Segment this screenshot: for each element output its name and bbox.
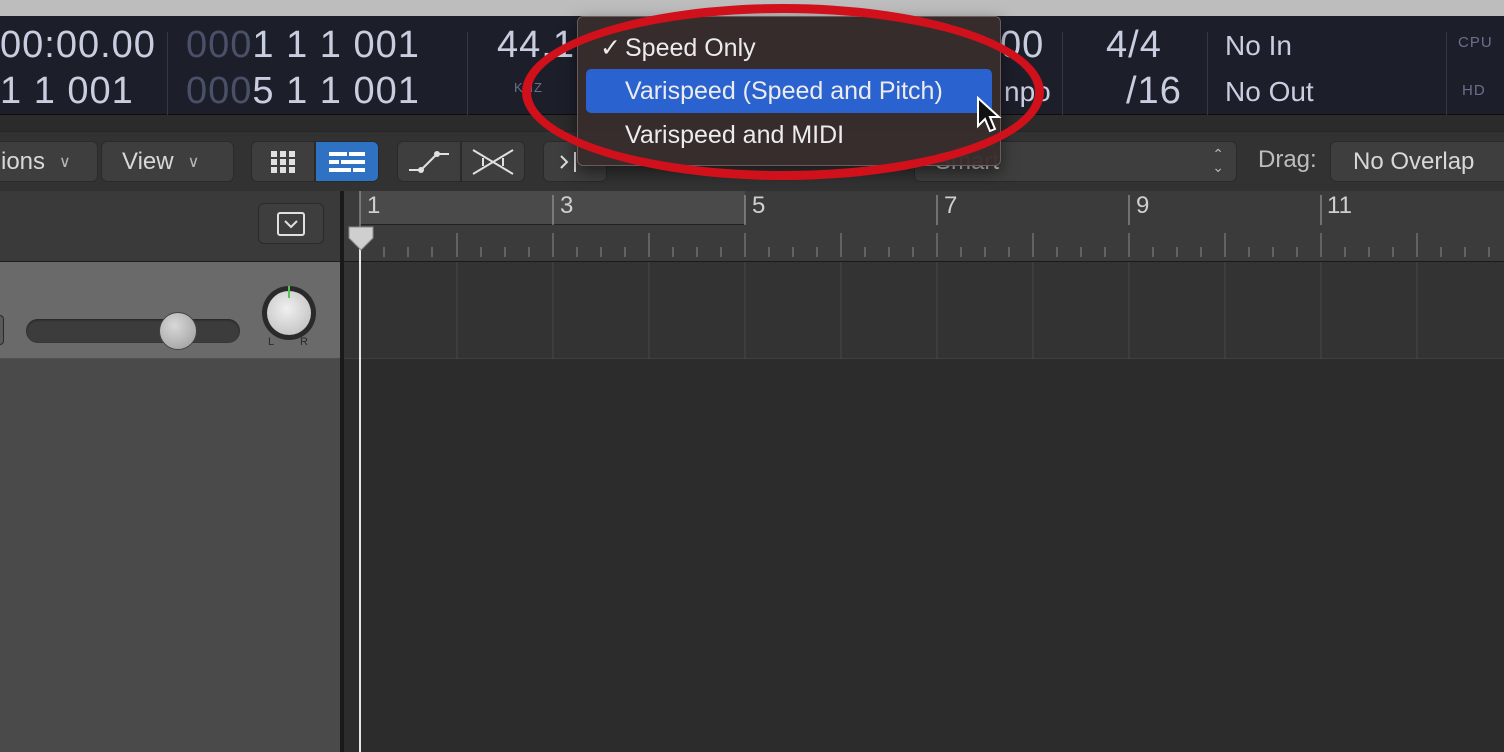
track-button[interactable] — [0, 315, 4, 345]
functions-menu-button[interactable]: ions ∨ — [0, 141, 98, 182]
drag-mode-select[interactable]: No Overlap — [1330, 141, 1504, 182]
lcd-midi-in: No In — [1225, 30, 1292, 61]
lcd-separator — [167, 32, 168, 115]
chevron-down-icon: ∨ — [59, 153, 71, 171]
list-view-button[interactable] — [315, 141, 379, 182]
drag-mode-label: Drag: — [1258, 146, 1317, 173]
lcd-right-locator-value: 5 1 1 001 — [252, 70, 420, 112]
lcd-left-locator-dim: 000 — [186, 24, 253, 66]
ruler-bar-3: 3 — [560, 192, 574, 219]
automation-button[interactable] — [397, 141, 461, 182]
lcd-time-signature[interactable]: 4/4 — [1106, 24, 1162, 67]
hd-meter-label: HD — [1462, 82, 1486, 99]
lcd-division[interactable]: /16 — [1126, 70, 1182, 113]
track-header-1[interactable]: L R — [0, 262, 342, 359]
grid-icon — [271, 150, 295, 173]
chevron-down-icon: ∨ — [187, 153, 200, 171]
ruler-bar-11: 11 — [1327, 192, 1352, 219]
lcd-separator — [467, 32, 468, 115]
grid-view-button[interactable] — [251, 141, 315, 182]
playhead-handle-icon[interactable] — [348, 226, 374, 252]
drag-mode-value: No Overlap — [1353, 147, 1475, 175]
lcd-right-locator-dim: 000 — [186, 70, 253, 112]
cpu-meter-label: CPU — [1458, 34, 1493, 51]
lcd-separator — [1446, 32, 1447, 115]
lcd-left-locator-value: 1 1 1 001 — [252, 24, 420, 66]
track-list-empty-area — [0, 359, 342, 752]
ruler-bar-1: 1 — [367, 192, 381, 219]
ruler-bar-5: 5 — [752, 192, 766, 219]
flex-time-icon — [472, 148, 514, 175]
pan-left-label: L — [268, 336, 275, 348]
global-tracks-button[interactable] — [258, 203, 324, 244]
view-menu-button[interactable]: View ∨ — [101, 141, 234, 182]
ruler-bar-9: 9 — [1136, 192, 1150, 219]
pan-right-label: R — [300, 336, 308, 348]
volume-slider[interactable] — [26, 319, 240, 343]
lcd-separator — [1207, 32, 1208, 115]
lcd-time-bars: 1 1 001 — [0, 70, 134, 112]
lcd-separator — [1062, 32, 1063, 115]
flex-time-button[interactable] — [461, 141, 525, 182]
volume-slider-thumb[interactable] — [159, 312, 197, 350]
lcd-time-clock: 00:00.00 — [0, 24, 156, 66]
track-lane-grid — [456, 262, 1418, 359]
annotation-highlight-ring — [522, 4, 1044, 180]
collapse-tracks-icon — [277, 211, 305, 236]
pan-indicator — [288, 286, 290, 298]
playhead[interactable] — [359, 240, 361, 752]
pan-knob[interactable] — [262, 286, 316, 340]
automation-icon — [409, 150, 449, 173]
lcd-left-locator[interactable]: 0001 1 1 001 — [186, 24, 420, 67]
view-menu-label: View — [122, 147, 174, 175]
ruler-bar-7: 7 — [944, 192, 958, 219]
stepper-arrows-icon: ⌃ ⌄ — [1212, 146, 1224, 175]
lcd-right-locator[interactable]: 0005 1 1 001 — [186, 70, 420, 113]
list-icon — [329, 151, 365, 172]
functions-menu-label: ions — [1, 147, 46, 175]
lcd-midi-out: No Out — [1225, 76, 1314, 107]
